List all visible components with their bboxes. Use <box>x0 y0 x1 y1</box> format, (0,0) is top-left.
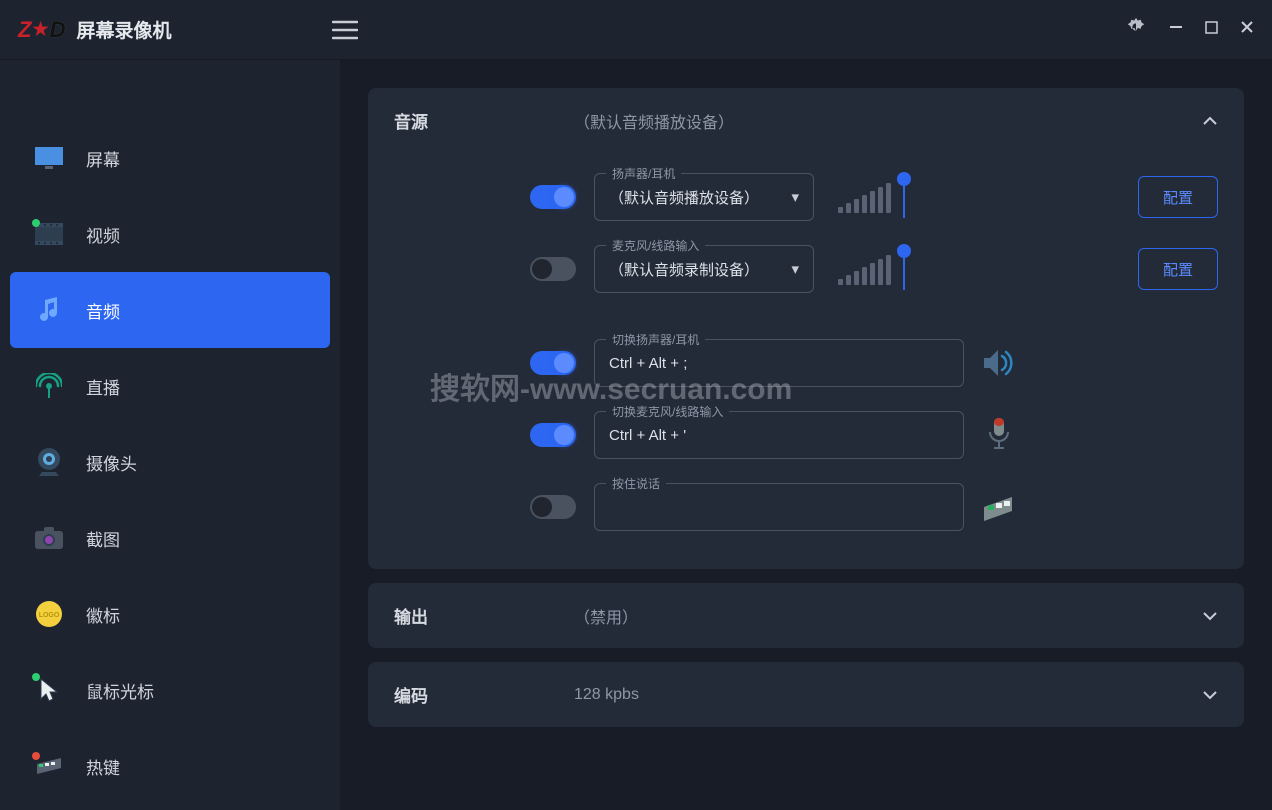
sidebar-item-label: 视频 <box>86 222 120 247</box>
hotkey-value: Ctrl + Alt + ' <box>609 427 686 444</box>
select-value: （默认音频播放设备） <box>609 187 759 208</box>
push-to-talk-icon <box>982 490 1016 524</box>
volume-meter-icon <box>838 253 891 285</box>
maximize-icon <box>1205 21 1218 34</box>
row-speaker-device: 扬声器/耳机 （默认音频播放设备） ▾ 配置 <box>394 161 1218 233</box>
panel-output: 输出 （禁用） <box>368 583 1244 648</box>
caret-down-icon: ▾ <box>791 188 799 206</box>
chevron-down-icon <box>1202 606 1218 626</box>
menu-button[interactable] <box>332 20 358 40</box>
panel-audio-source: 音源 （默认音频播放设备） 扬声器/耳机 （默认音频播放设备） ▾ <box>368 88 1244 569</box>
maximize-button[interactable] <box>1205 21 1218 39</box>
chevron-down-icon <box>1202 685 1218 705</box>
panel-header-source[interactable]: 音源 （默认音频播放设备） <box>368 88 1244 153</box>
chevron-up-icon <box>1202 111 1218 131</box>
sidebar-item-hotkey[interactable]: 热键 <box>0 728 340 804</box>
brightness-icon <box>1125 16 1147 38</box>
theme-toggle-button[interactable] <box>1125 16 1147 43</box>
microphone-icon <box>982 418 1016 452</box>
panel-title: 音源 <box>394 108 574 133</box>
caret-down-icon: ▾ <box>791 260 799 278</box>
sidebar-item-screenshot[interactable]: 截图 <box>0 500 340 576</box>
toggle-hotkey-ptt[interactable] <box>530 495 576 519</box>
panel-summary: （禁用） <box>574 604 1202 628</box>
volume-slider-mic[interactable] <box>901 248 907 290</box>
panel-title: 输出 <box>394 603 574 628</box>
field-label: 切换麦克风/线路输入 <box>606 403 729 420</box>
panel-title: 编码 <box>394 682 574 707</box>
minimize-button[interactable] <box>1169 20 1183 39</box>
panel-summary: （默认音频播放设备） <box>574 109 1202 133</box>
sidebar-item-video[interactable]: 视频 <box>0 196 340 272</box>
select-value: （默认音频录制设备） <box>609 259 759 280</box>
volume-slider-speaker[interactable] <box>901 176 907 218</box>
sidebar-item-live[interactable]: 直播 <box>0 348 340 424</box>
film-icon <box>34 223 64 245</box>
music-note-icon <box>34 297 64 323</box>
row-mic-device: 麦克风/线路输入 （默认音频录制设备） ▾ 配置 <box>394 233 1218 305</box>
panel-encoding: 编码 128 kpbs <box>368 662 1244 727</box>
sidebar-item-camera[interactable]: 摄像头 <box>0 424 340 500</box>
sidebar-item-label: 直播 <box>86 374 120 399</box>
toggle-hotkey-mic[interactable] <box>530 423 576 447</box>
sidebar-item-label: 截图 <box>86 526 120 551</box>
configure-mic-button[interactable]: 配置 <box>1138 248 1218 290</box>
sidebar-item-label: 屏幕 <box>86 146 120 171</box>
panel-header-encoding[interactable]: 编码 128 kpbs <box>368 662 1244 727</box>
app-logo: Z★D <box>18 17 64 43</box>
field-label: 麦克风/线路输入 <box>606 237 705 254</box>
keyboard-icon <box>34 756 64 776</box>
cursor-icon <box>34 677 64 703</box>
toggle-speaker[interactable] <box>530 185 576 209</box>
minimize-icon <box>1169 20 1183 34</box>
main-content: 音源 （默认音频播放设备） 扬声器/耳机 （默认音频播放设备） ▾ <box>340 60 1272 810</box>
sidebar-item-label: 摄像头 <box>86 450 137 475</box>
svg-text:LOGO: LOGO <box>39 612 60 619</box>
field-label: 切换扬声器/耳机 <box>606 331 705 348</box>
sidebar-item-audio[interactable]: 音频 <box>10 272 330 348</box>
sidebar-item-cursor[interactable]: 鼠标光标 <box>0 652 340 728</box>
app-title: 屏幕录像机 <box>76 16 171 43</box>
volume-meter-icon <box>838 181 891 213</box>
field-label: 按住说话 <box>606 475 666 492</box>
configure-speaker-button[interactable]: 配置 <box>1138 176 1218 218</box>
hamburger-icon <box>332 20 358 40</box>
sidebar-item-logo[interactable]: LOGO 徽标 <box>0 576 340 652</box>
camera-icon <box>34 527 64 549</box>
hotkey-value: Ctrl + Alt + ; <box>609 355 687 372</box>
sidebar-item-label: 鼠标光标 <box>86 678 154 703</box>
row-hotkey-mic: 切换麦克风/线路输入 Ctrl + Alt + ' <box>394 399 1218 471</box>
panel-summary: 128 kpbs <box>574 686 1202 704</box>
broadcast-icon <box>34 373 64 399</box>
speaker-icon <box>982 346 1016 380</box>
field-label: 扬声器/耳机 <box>606 165 681 182</box>
panel-header-output[interactable]: 输出 （禁用） <box>368 583 1244 648</box>
close-icon <box>1240 20 1254 34</box>
row-hotkey-speaker: 切换扬声器/耳机 Ctrl + Alt + ; <box>394 327 1218 399</box>
sidebar-item-screen[interactable]: 屏幕 <box>0 120 340 196</box>
sidebar-item-label: 音频 <box>86 298 120 323</box>
toggle-mic[interactable] <box>530 257 576 281</box>
row-hotkey-ptt: 按住说话 <box>394 471 1218 543</box>
sidebar-item-label: 徽标 <box>86 602 120 627</box>
logo-badge-icon: LOGO <box>34 601 64 627</box>
close-button[interactable] <box>1240 20 1254 39</box>
monitor-icon <box>34 147 64 169</box>
toggle-hotkey-speaker[interactable] <box>530 351 576 375</box>
sidebar-item-label: 热键 <box>86 754 120 779</box>
webcam-icon <box>34 448 64 476</box>
titlebar: Z★D 屏幕录像机 <box>0 0 1272 60</box>
sidebar: 屏幕 视频 音频 直播 摄像头 <box>0 60 340 810</box>
